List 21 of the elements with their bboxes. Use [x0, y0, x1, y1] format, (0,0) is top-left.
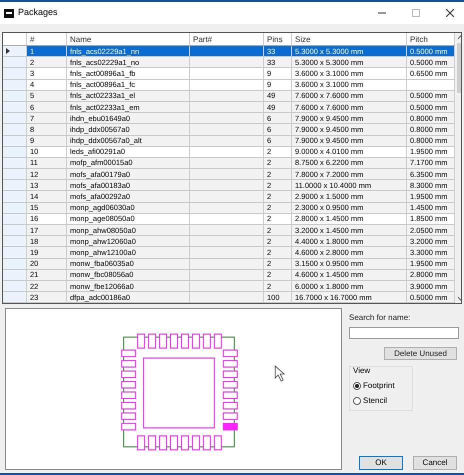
app-icon: [4, 8, 14, 18]
radio-option[interactable]: Stencil: [353, 395, 409, 407]
column-header[interactable]: #: [27, 33, 67, 45]
radio-option[interactable]: Footprint: [353, 380, 409, 392]
window-title: Packages: [18, 6, 58, 20]
cursor-icon: [274, 365, 286, 382]
row-header[interactable]: [3, 46, 27, 56]
radio-icon[interactable]: [353, 382, 361, 390]
radio-icon[interactable]: [353, 397, 361, 405]
dialog-button[interactable]: OK: [359, 456, 403, 470]
search-label: Search for name:: [349, 312, 412, 324]
search-field[interactable]: [349, 327, 459, 339]
column-header[interactable]: Part#: [190, 33, 264, 45]
group-title: View: [353, 365, 372, 377]
delete-unused-button[interactable]: Delete Unused: [384, 347, 457, 360]
column-header[interactable]: Name: [67, 33, 190, 45]
column-header[interactable]: Pins: [264, 33, 292, 45]
column-header[interactable]: Size: [292, 33, 407, 45]
maximize-icon[interactable]: [412, 9, 420, 17]
close-icon[interactable]: [446, 9, 454, 17]
dialog-button[interactable]: Cancel: [413, 456, 457, 470]
